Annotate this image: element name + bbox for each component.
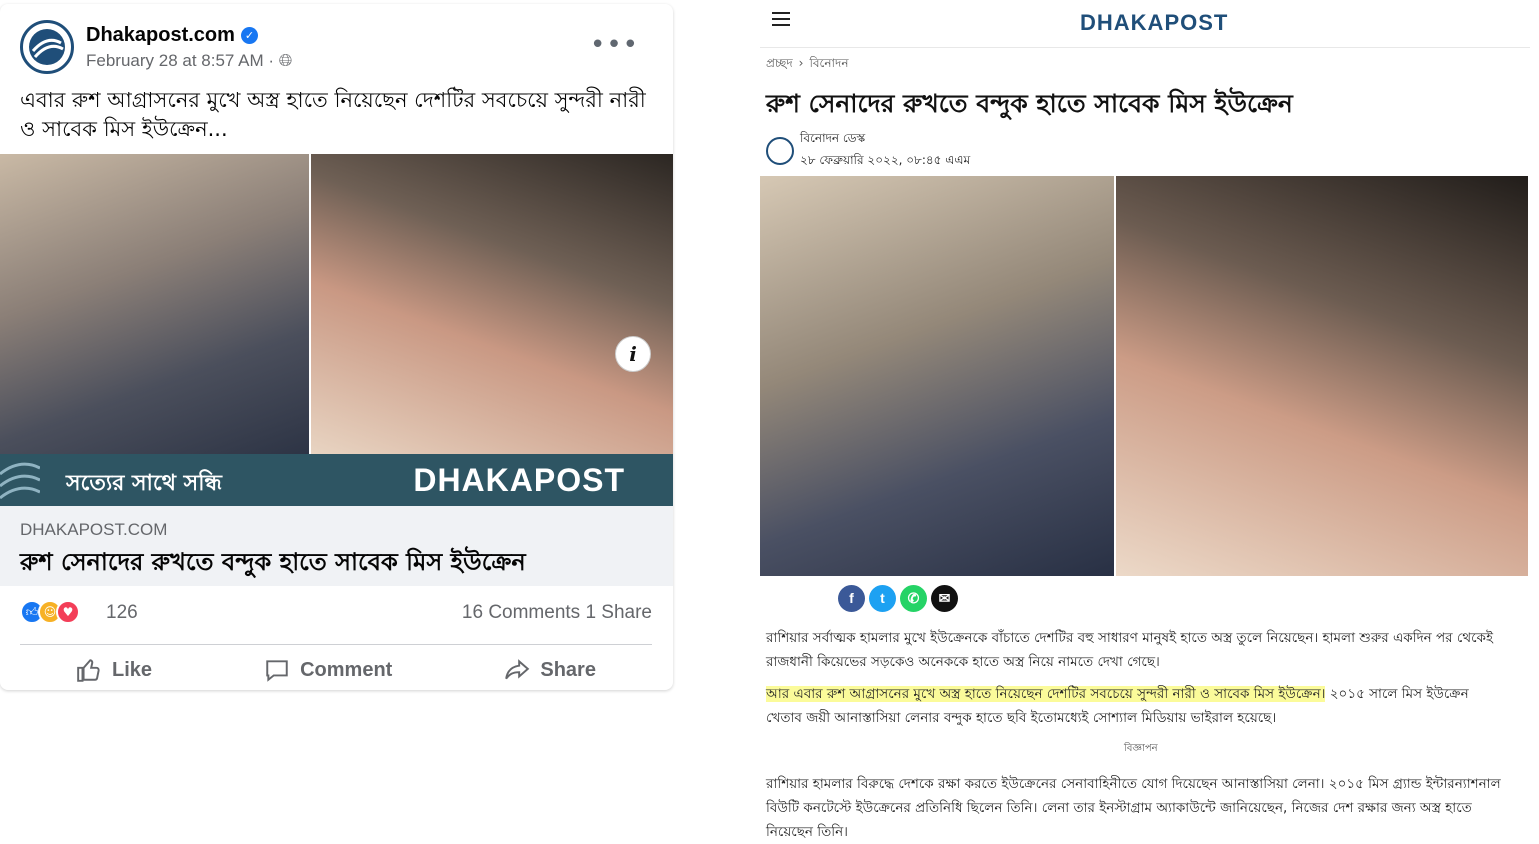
share-button[interactable]: Share (504, 657, 596, 683)
thumbs-up-icon (77, 659, 100, 682)
link-domain: DHAKAPOST.COM (20, 520, 168, 539)
banner-slogan: সত্যের সাথে সন্ধি (66, 471, 222, 496)
banner-logo: DHAKAPOST (413, 462, 625, 498)
ad-label: বিজ্ঞাপন (1124, 743, 1158, 754)
facebook-post-card: Dhakapost.com ✓ February 28 at 8:57 AM · … (0, 4, 673, 690)
globe-icon: 🌐︎ (278, 50, 293, 70)
share-bar: f t ✆ ✉ (838, 585, 962, 612)
info-icon[interactable]: i (615, 336, 651, 372)
image-banner: সত্যের সাথে সন্ধি DHAKAPOST (0, 454, 673, 506)
breadcrumb-home[interactable]: প্রচ্ছদ (766, 56, 793, 70)
twitter-share-icon[interactable]: t (869, 585, 896, 612)
like-button[interactable]: Like (76, 657, 152, 683)
photo-portrait (311, 154, 673, 454)
highlighted-text: আর এবার রুশ আগ্রাসনের মুখে অস্ত্র হাতে ন… (766, 686, 1326, 702)
whatsapp-share-icon[interactable]: ✆ (900, 585, 927, 612)
publish-date: ২৮ ফেব্রুয়ারি ২০২২, ০৮:৪৫ এএম (800, 153, 971, 167)
breadcrumb: প্রচ্ছদ › বিনোদন (766, 55, 848, 75)
dhakapost-globe-icon (29, 29, 65, 65)
article-paragraph-3: রাশিয়ার হামলার বিরুদ্ধে দেশকে রক্ষা করত… (766, 776, 1501, 840)
facebook-share-icon[interactable]: f (838, 585, 865, 612)
comments-shares-count[interactable]: 16 Comments 1 Share (462, 602, 652, 624)
author-avatar (766, 137, 794, 165)
author-row: বিনোদন ডেস্ক ২৮ ফেব্রুয়ারি ২০২২, ০৮:৪৫ … (766, 130, 970, 172)
reaction-count[interactable]: 126 (106, 602, 138, 624)
share-icon (505, 659, 530, 680)
post-caption: এবার রুশ আগ্রাসনের মুখে অস্ত্র হাতে নিয়… (20, 88, 646, 141)
article-paragraph-1: রাশিয়ার সর্বাত্মক হামলার মুখে ইউক্রেনকে… (766, 630, 1493, 670)
post-timestamp[interactable]: February 28 at 8:57 AM · (86, 51, 274, 70)
breadcrumb-section[interactable]: বিনোদন (809, 56, 848, 70)
photo-portrait (1116, 176, 1528, 576)
chevron-right-icon: › (798, 56, 804, 70)
share-label: Share (540, 658, 596, 681)
article-paragraph-2: আর এবার রুশ আগ্রাসনের মুখে অস্ত্র হাতে ন… (766, 682, 1506, 730)
author-name[interactable]: বিনোদন ডেস্ক (800, 130, 970, 150)
page-name[interactable]: Dhakapost.com (86, 24, 235, 46)
like-label: Like (112, 658, 153, 681)
article-image (760, 176, 1528, 576)
post-header: Dhakapost.com ✓ February 28 at 8:57 AM · … (20, 20, 292, 74)
site-logo[interactable]: DHAKAPOST (1080, 10, 1228, 36)
photo-military (760, 176, 1114, 576)
post-link-image[interactable]: সত্যের সাথে সন্ধি DHAKAPOST (0, 154, 673, 506)
post-actions: Like Comment Share (20, 650, 652, 690)
email-share-icon[interactable]: ✉ (931, 585, 958, 612)
article-page: DHAKAPOST প্রচ্ছদ › বিনোদন রুশ সেনাদের রুখ… (760, 0, 1530, 840)
love-reaction-icon: ♥ (56, 600, 80, 624)
hamburger-menu-icon[interactable] (772, 12, 790, 30)
more-options-icon[interactable]: ••• (590, 30, 639, 60)
comment-label: Comment (300, 658, 393, 681)
link-preview[interactable]: DHAKAPOST.COM রুশ সেনাদের রুখতে বন্দুক হ… (0, 506, 673, 586)
post-stats: 👍︎ ☺︎ ♥ 126 16 Comments 1 Share (20, 600, 652, 630)
photo-military (0, 154, 309, 454)
page-avatar[interactable] (20, 20, 74, 74)
comment-button[interactable]: Comment (264, 657, 392, 683)
divider (20, 644, 652, 645)
verified-badge-icon: ✓ (240, 26, 258, 44)
comment-icon (266, 660, 288, 682)
link-title: রুশ সেনাদের রুখতে বন্দুক হাতে সাবেক মিস … (20, 548, 526, 576)
reactions[interactable]: 👍︎ ☺︎ ♥ (20, 600, 80, 624)
article-title: রুশ সেনাদের রুখতে বন্দুক হাতে সাবেক মিস … (766, 89, 1293, 118)
site-header: DHAKAPOST (760, 0, 1530, 48)
banner-globe-icon (0, 462, 40, 500)
